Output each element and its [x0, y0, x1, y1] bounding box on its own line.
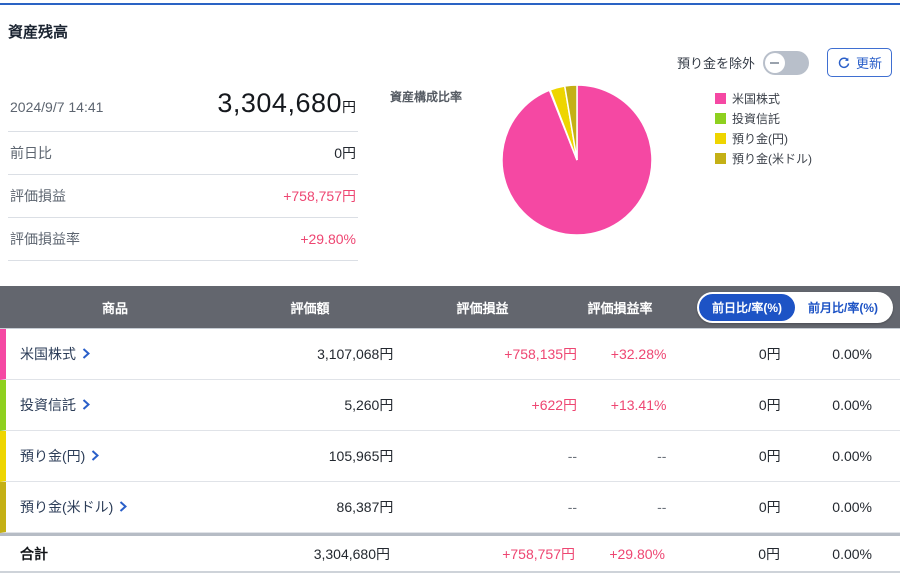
period-toggle-monthly[interactable]: 前月比/率(%) — [795, 294, 891, 321]
legend-item: 預り金(円) — [715, 130, 812, 147]
page-title: 資産残高 — [8, 21, 900, 42]
pie-chart — [497, 80, 657, 240]
table-row: 米国株式 3,107,068円 +758,135円 +32.28% 0円 0.0… — [0, 329, 900, 380]
header-pl: 評価損益 — [390, 298, 575, 317]
legend-item: 預り金(米ドル) — [715, 150, 812, 167]
header-product: 商品 — [0, 298, 230, 317]
toggle-off-dash-icon — [770, 62, 779, 64]
toggle-knob — [765, 53, 785, 73]
summary-panel: 2024/9/7 14:41 3,304,680円 前日比 0円 評価損益 +7… — [8, 82, 358, 262]
exclude-deposits-label: 預り金を除外 — [677, 53, 755, 72]
header-pl-rate: 評価損益率 — [575, 298, 665, 317]
product-link[interactable]: 投資信託 — [20, 395, 90, 415]
chart-legend: 米国株式 投資信託 預り金(円) 預り金(米ドル) — [715, 90, 812, 170]
summary-row-pl-rate: 評価損益率 +29.80% — [8, 218, 358, 261]
period-toggle-daily[interactable]: 前日比/率(%) — [699, 294, 795, 321]
legend-swatch — [715, 93, 726, 104]
table-total-row: 合計 3,304,680円 +758,757円 +29.80% 0円 0.00% — [0, 533, 900, 573]
legend-swatch — [715, 133, 726, 144]
table-header: 商品 評価額 評価損益 評価損益率 前日比/率(%) 前月比/率(%) — [0, 286, 900, 328]
refresh-button-label: 更新 — [856, 53, 882, 72]
refresh-button[interactable]: 更新 — [827, 48, 892, 77]
chevron-right-icon — [91, 448, 99, 464]
legend-item: 米国株式 — [715, 90, 812, 107]
product-link[interactable]: 預り金(円) — [20, 446, 99, 466]
chevron-right-icon — [119, 499, 127, 515]
legend-item: 投資信託 — [715, 110, 812, 127]
legend-swatch — [715, 113, 726, 124]
total-assets-value: 3,304,680円 — [217, 88, 356, 119]
top-accent-line — [0, 3, 900, 5]
legend-swatch — [715, 153, 726, 164]
product-link[interactable]: 預り金(米ドル) — [20, 497, 127, 517]
exclude-deposits-toggle[interactable] — [763, 51, 809, 75]
table-row: 投資信託 5,260円 +622円 +13.41% 0円 0.00% — [0, 380, 900, 431]
table-row: 預り金(円) 105,965円 -- -- 0円 0.00% — [0, 431, 900, 482]
product-link[interactable]: 米国株式 — [20, 344, 90, 364]
asset-composition-chart: 資産構成比率 米国株式 投資信託 預り金(円) 預り金(米ドル) — [358, 82, 892, 262]
summary-and-chart: 2024/9/7 14:41 3,304,680円 前日比 0円 評価損益 +7… — [0, 82, 900, 262]
chart-title: 資産構成比率 — [390, 88, 462, 105]
summary-row-day-change: 前日比 0円 — [8, 132, 358, 175]
table-body: 米国株式 3,107,068円 +758,135円 +32.28% 0円 0.0… — [0, 328, 900, 533]
table-row: 預り金(米ドル) 86,387円 -- -- 0円 0.00% — [0, 482, 900, 533]
header-valuation: 評価額 — [230, 298, 390, 317]
summary-row-pl: 評価損益 +758,757円 — [8, 175, 358, 218]
period-toggle: 前日比/率(%) 前月比/率(%) — [697, 292, 893, 323]
chevron-right-icon — [82, 346, 90, 362]
chevron-right-icon — [82, 397, 90, 413]
asset-table: 商品 評価額 評価損益 評価損益率 前日比/率(%) 前月比/率(%) 米国株式… — [0, 286, 900, 573]
summary-timestamp: 2024/9/7 14:41 — [10, 99, 103, 115]
header-controls: 預り金を除外 更新 — [677, 48, 892, 77]
summary-total-row: 2024/9/7 14:41 3,304,680円 — [8, 82, 358, 132]
exclude-deposits-toggle-group: 預り金を除外 — [677, 51, 809, 75]
refresh-icon — [837, 56, 851, 70]
